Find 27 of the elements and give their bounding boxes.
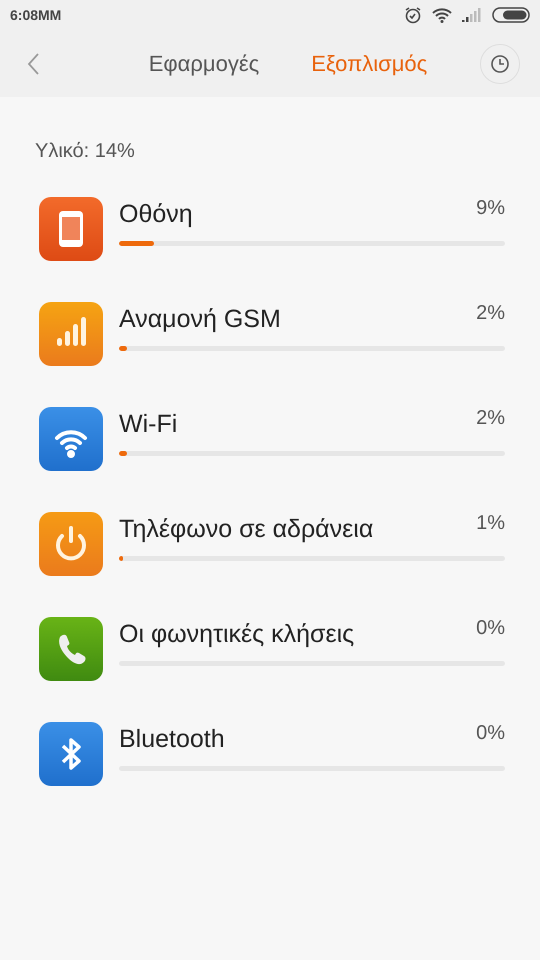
phone-tile-icon (39, 617, 103, 681)
alarm-icon (404, 6, 422, 24)
signal-tile-icon (39, 302, 103, 366)
usage-name: Τηλέφωνο σε αδράνεια (119, 515, 374, 544)
usage-percent: 1% (476, 512, 505, 535)
bluetooth-tile-icon (39, 722, 103, 786)
wifi-tile-icon (39, 407, 103, 471)
history-button[interactable] (480, 44, 520, 84)
usage-percent: 0% (476, 617, 505, 640)
usage-name: Αναμονή GSM (119, 305, 281, 334)
tab[interactable]: Εφαρμογές (148, 50, 260, 76)
clock-icon[interactable] (490, 54, 510, 74)
hardware-summary: Υλικό: 14% (34, 139, 136, 163)
usage-percent: 9% (476, 197, 505, 220)
wifi-icon (432, 7, 452, 23)
usage-percent: 0% (476, 722, 505, 745)
usage-percent: 2% (476, 302, 505, 325)
power-tile-icon (39, 512, 103, 576)
usage-name: Οθόνη (119, 200, 193, 229)
usage-name: Bluetooth (119, 725, 225, 754)
status-time: 6:08MM (10, 7, 62, 23)
screen-tile-icon (39, 197, 103, 261)
usage-name: Οι φωνητικές κλήσεις (119, 620, 354, 649)
usage-percent: 2% (476, 407, 505, 430)
usage-name: Wi-Fi (119, 410, 178, 439)
battery-icon (492, 7, 530, 23)
signal-icon (462, 8, 482, 22)
